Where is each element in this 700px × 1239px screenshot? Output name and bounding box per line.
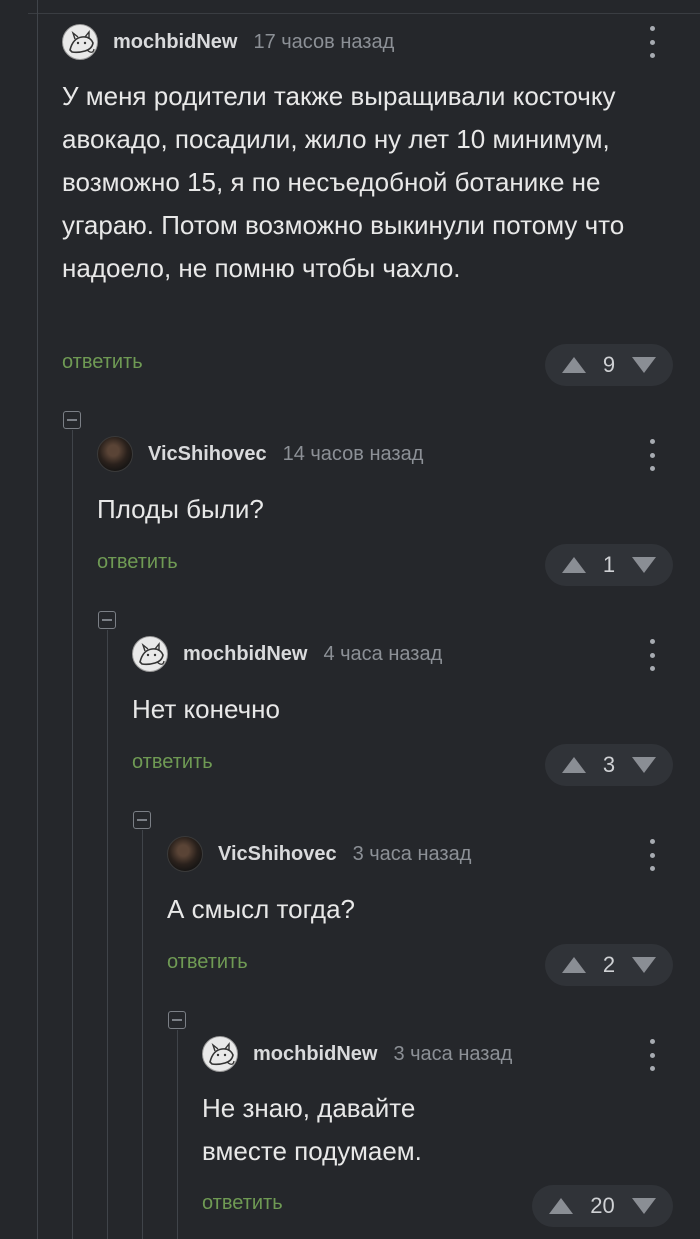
cat-sketch-icon [209, 1042, 235, 1066]
timestamp: 4 часа назад [323, 642, 443, 665]
collapse-thread-button[interactable] [63, 411, 81, 429]
downvote-icon[interactable] [632, 757, 656, 773]
vote-count: 1 [602, 552, 616, 577]
comment-text: Не знаю, давайте вместе подумаем. [202, 1093, 422, 1166]
top-divider [28, 13, 700, 14]
username[interactable]: VicShihovec [148, 443, 267, 466]
username[interactable]: mochbidNew [253, 1043, 377, 1066]
upvote-icon[interactable] [549, 1198, 573, 1214]
cat-sketch-icon [69, 30, 95, 54]
collapse-thread-button[interactable] [98, 611, 116, 629]
more-options-icon[interactable] [642, 639, 662, 671]
timestamp: 3 часа назад [352, 842, 472, 865]
vote-count: 2 [602, 952, 616, 977]
avatar[interactable] [62, 24, 98, 60]
timestamp: 3 часа назад [393, 1042, 513, 1065]
collapse-thread-button[interactable] [168, 1011, 186, 1029]
upvote-icon[interactable] [562, 557, 586, 573]
vote-control: 2 [545, 944, 673, 986]
downvote-icon[interactable] [632, 557, 656, 573]
comment-text: Плоды были? [97, 494, 264, 524]
downvote-icon[interactable] [631, 1198, 656, 1214]
avatar[interactable] [167, 836, 203, 872]
comment-text: У меня родители также выращивали косточк… [62, 81, 625, 283]
thread-line [142, 830, 143, 1239]
more-options-icon[interactable] [642, 439, 662, 471]
more-options-icon[interactable] [642, 839, 662, 871]
comment-header: VicShihovec 14 часов назад [97, 434, 423, 474]
collapse-thread-button[interactable] [133, 811, 151, 829]
comment-text: А смысл тогда? [167, 894, 356, 924]
avatar[interactable] [202, 1036, 238, 1072]
vote-count: 9 [602, 352, 616, 377]
reply-link[interactable]: ответить [97, 551, 178, 574]
comment-header: VicShihovec 3 часа назад [167, 834, 471, 874]
reply-link[interactable]: ответить [202, 1192, 283, 1215]
comment-text: Нет конечно [132, 694, 280, 724]
username[interactable]: VicShihovec [218, 843, 337, 866]
comment-header: mochbidNew 3 часа назад [202, 1034, 512, 1074]
comment-header: mochbidNew 4 часа назад [132, 634, 442, 674]
thread-line [72, 430, 73, 1239]
more-options-icon[interactable] [642, 1039, 662, 1071]
downvote-icon[interactable] [632, 957, 656, 973]
reply-link[interactable]: ответить [132, 751, 213, 774]
reply-link[interactable]: ответить [62, 351, 143, 374]
upvote-icon[interactable] [562, 357, 586, 373]
vote-control: 20 [532, 1185, 673, 1227]
timestamp: 17 часов назад [253, 30, 395, 53]
timestamp: 14 часов назад [282, 442, 424, 465]
reply-link[interactable]: ответить [167, 951, 248, 974]
cat-sketch-icon [139, 642, 165, 666]
username[interactable]: mochbidNew [183, 643, 307, 666]
vote-count: 3 [602, 752, 616, 777]
thread-line [107, 630, 108, 1239]
vote-count: 20 [590, 1193, 615, 1218]
upvote-icon[interactable] [562, 957, 586, 973]
more-options-icon[interactable] [642, 26, 662, 58]
vote-control: 3 [545, 744, 673, 786]
comment-header: mochbidNew 17 часов назад [62, 22, 394, 62]
avatar[interactable] [132, 636, 168, 672]
username[interactable]: mochbidNew [113, 31, 237, 54]
vote-control: 9 [545, 344, 673, 386]
vote-control: 1 [545, 544, 673, 586]
thread-line [37, 0, 38, 1239]
upvote-icon[interactable] [562, 757, 586, 773]
thread-line [177, 1030, 178, 1239]
downvote-icon[interactable] [632, 357, 656, 373]
avatar[interactable] [97, 436, 133, 472]
